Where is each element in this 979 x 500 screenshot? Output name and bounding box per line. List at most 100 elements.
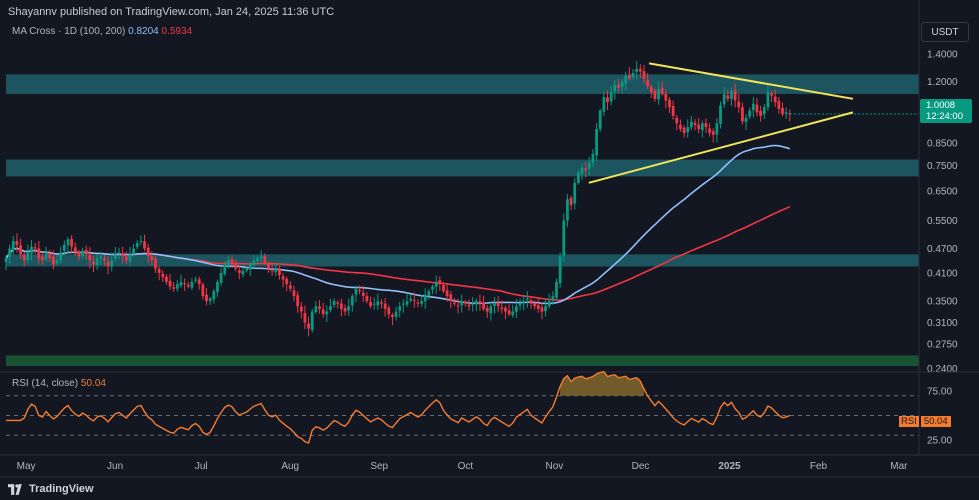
price-tick-label: 0.6500 (927, 186, 958, 197)
chart-stage[interactable]: 1.4000 1.2000 0.8500 0.7500 0.6500 0.5500 0.47… (0, 0, 979, 500)
candle-body (394, 311, 398, 317)
price-tick-label: 0.2750 (927, 340, 958, 351)
price-zone-1 (6, 74, 919, 94)
candle-body (8, 248, 12, 257)
candle-body (37, 248, 41, 259)
ma-fast-value: 0.8204 (128, 26, 159, 37)
tradingview-footer[interactable]: TradingView (8, 483, 94, 495)
time-tick-label: Feb (810, 461, 828, 472)
candle-body (689, 121, 693, 128)
candle-body (267, 263, 270, 269)
price-tick-label: 1.2000 (927, 77, 958, 88)
candle-body (347, 306, 351, 311)
candle-body (230, 259, 234, 263)
candle-body (755, 104, 759, 113)
time-tick-label: Oct (458, 461, 474, 472)
candle-body (635, 68, 639, 72)
publisher-line: Shayannv published on TradingView.com, J… (8, 6, 335, 18)
candle-body (41, 256, 44, 261)
candle-body (744, 117, 748, 122)
candle-body (668, 99, 671, 108)
candle-body (11, 241, 15, 251)
rsi-badge-value: 50.04 (920, 416, 951, 427)
candle-body (708, 128, 711, 133)
candle-body (369, 301, 372, 307)
candle-body (219, 272, 223, 283)
candle-body (642, 71, 646, 79)
price-tick-label: 0.8500 (927, 139, 958, 150)
candle-body (256, 258, 259, 261)
candle-body (307, 323, 310, 329)
ma-slow-value: 0.5934 (161, 26, 193, 37)
candle-body (106, 261, 110, 267)
candle-body (427, 291, 431, 297)
candle-body (237, 270, 241, 273)
candle-body (376, 301, 380, 306)
candle-body (361, 292, 365, 297)
candle-body (485, 307, 489, 312)
price-tick-label: 0.2400 (927, 364, 958, 375)
candle-body (624, 75, 628, 84)
candle-body (401, 303, 405, 305)
candle-body (493, 303, 496, 306)
candle-body (398, 306, 402, 311)
candle-body (722, 93, 726, 105)
time-tick-label: Dec (632, 461, 650, 472)
candle-body (409, 298, 413, 301)
candle-body (81, 250, 84, 257)
candle-body (496, 302, 500, 307)
candle-body (263, 256, 267, 263)
candle-body (95, 258, 99, 266)
candle-body (591, 153, 595, 163)
candle-body (482, 302, 485, 309)
candle-body (197, 279, 201, 285)
candle-body (558, 256, 562, 284)
last-price-badge: 1.0008 12:24:00 (920, 99, 972, 123)
time-tick-label: May (17, 461, 36, 472)
candle-body (154, 258, 157, 269)
price-tick-label: 0.3500 (927, 297, 958, 308)
rsi-legend[interactable]: RSI (14, close) 50.04 (12, 378, 106, 389)
candle-body (270, 270, 274, 272)
candle-body (522, 301, 526, 303)
candle-body (194, 279, 197, 281)
candle-body (587, 163, 591, 169)
candle-body (172, 287, 176, 289)
candle-body (434, 281, 438, 287)
candle-body (463, 301, 467, 304)
candle-body (19, 245, 22, 255)
candle-body (431, 286, 434, 290)
candle-body (15, 240, 19, 245)
candle-body (358, 290, 362, 292)
candle-body (711, 131, 715, 135)
price-zone-4 (6, 355, 919, 367)
candle-body (350, 296, 354, 306)
candle-body (751, 103, 755, 111)
candle-body (168, 280, 172, 287)
candle-body (733, 90, 737, 101)
candle-body (92, 261, 95, 265)
candle-body (620, 81, 624, 88)
candle-body (737, 101, 741, 108)
candle-body (186, 284, 190, 287)
rsi-last-badge: RSI 50.04 (899, 415, 951, 428)
candle-body (77, 251, 81, 257)
candle-body (48, 253, 52, 259)
candle-body (741, 107, 744, 122)
candle-body (540, 307, 544, 312)
ma-cross-legend[interactable]: MA Cross · 1D (100, 200) 0.8204 0.5934 (12, 26, 192, 37)
candle-body (157, 268, 161, 273)
candle-body (161, 273, 165, 278)
candle-body (146, 247, 150, 257)
candle-body (547, 301, 551, 307)
candle-body (555, 281, 558, 298)
candle-body (423, 296, 427, 302)
quote-currency-button[interactable]: USDT (921, 22, 969, 42)
candle-body (770, 93, 773, 96)
candle-body (88, 254, 92, 261)
candle-body (671, 106, 675, 116)
candle-body (507, 310, 511, 315)
candle-body (278, 268, 281, 276)
candle-body (784, 112, 788, 114)
candle-body (248, 264, 252, 270)
